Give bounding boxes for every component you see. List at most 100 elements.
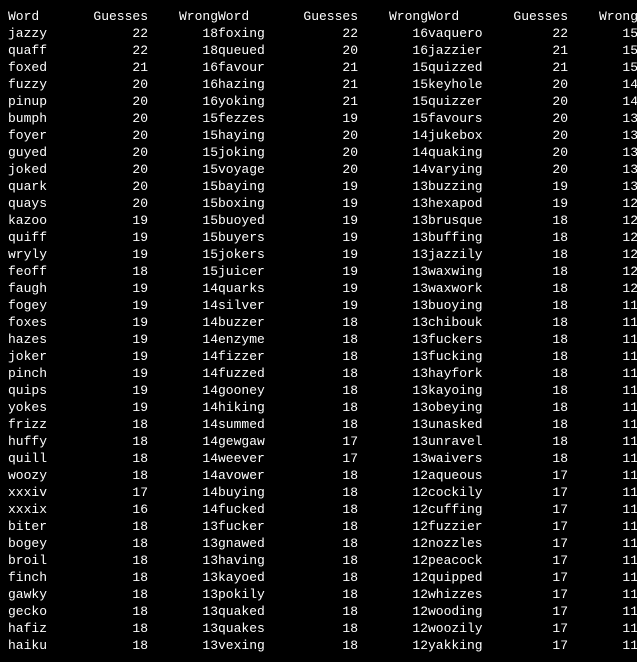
guesses-cell: 18 xyxy=(288,382,358,399)
wrong-cell: 15 xyxy=(148,178,218,195)
table-row: joker1914 xyxy=(8,348,218,365)
table-row: buzzer1813 xyxy=(218,314,428,331)
word-cell: voyage xyxy=(218,161,288,178)
word-cell: quakes xyxy=(218,620,288,637)
guesses-cell: 18 xyxy=(498,399,568,416)
table-row: pinch1914 xyxy=(8,365,218,382)
table-row: hayfork1811 xyxy=(428,365,637,382)
guesses-cell: 20 xyxy=(78,161,148,178)
wrong-cell: 11 xyxy=(568,433,637,450)
guesses-cell: 17 xyxy=(498,637,568,654)
guesses-cell: 18 xyxy=(288,331,358,348)
wrong-cell: 14 xyxy=(568,76,637,93)
guesses-cell: 18 xyxy=(288,552,358,569)
guesses-cell: 18 xyxy=(288,467,358,484)
wrong-cell: 15 xyxy=(148,229,218,246)
word-cell: pinch xyxy=(8,365,78,382)
wrong-cell: 15 xyxy=(358,76,428,93)
wrong-cell: 13 xyxy=(568,161,637,178)
guesses-cell: 18 xyxy=(288,365,358,382)
word-cell: foyer xyxy=(8,127,78,144)
guesses-cell: 19 xyxy=(288,297,358,314)
guesses-cell: 20 xyxy=(288,42,358,59)
word-cell: gnawed xyxy=(218,535,288,552)
word-cell: hexapod xyxy=(428,195,498,212)
wrong-cell: 13 xyxy=(148,552,218,569)
wrong-cell: 16 xyxy=(148,93,218,110)
guesses-cell: 20 xyxy=(498,76,568,93)
guesses-cell: 19 xyxy=(288,178,358,195)
guesses-cell: 18 xyxy=(498,246,568,263)
table-row: buyers1913 xyxy=(218,229,428,246)
table-row: hazes1914 xyxy=(8,331,218,348)
wrong-cell: 12 xyxy=(568,280,637,297)
word-cell: joking xyxy=(218,144,288,161)
word-cell: foxing xyxy=(218,25,288,42)
table-row: fogey1914 xyxy=(8,297,218,314)
guesses-cell: 18 xyxy=(498,331,568,348)
guesses-cell: 17 xyxy=(288,450,358,467)
wrong-cell: 13 xyxy=(358,229,428,246)
guesses-cell: 20 xyxy=(498,110,568,127)
wrong-cell: 18 xyxy=(148,25,218,42)
table-row: feoff1815 xyxy=(8,263,218,280)
word-cell: enzyme xyxy=(218,331,288,348)
word-cell: kayoing xyxy=(428,382,498,399)
guesses-cell: 22 xyxy=(498,25,568,42)
wrong-cell: 13 xyxy=(358,416,428,433)
wrong-cell: 12 xyxy=(358,603,428,620)
guesses-cell: 17 xyxy=(498,620,568,637)
header-word: Word xyxy=(218,8,288,25)
guesses-cell: 18 xyxy=(288,535,358,552)
wrong-cell: 11 xyxy=(568,416,637,433)
table-row: quaking2013 xyxy=(428,144,637,161)
wrong-cell: 13 xyxy=(358,365,428,382)
guesses-cell: 19 xyxy=(78,365,148,382)
word-cell: having xyxy=(218,552,288,569)
guesses-cell: 20 xyxy=(498,144,568,161)
word-cell: vaquero xyxy=(428,25,498,42)
wrong-cell: 15 xyxy=(148,212,218,229)
guesses-cell: 16 xyxy=(78,501,148,518)
word-cell: jazzily xyxy=(428,246,498,263)
word-cell: foxed xyxy=(8,59,78,76)
guesses-cell: 21 xyxy=(498,59,568,76)
word-cell: fucking xyxy=(428,348,498,365)
word-cell: cuffing xyxy=(428,501,498,518)
guesses-cell: 20 xyxy=(78,76,148,93)
word-cell: summed xyxy=(218,416,288,433)
wrong-cell: 13 xyxy=(148,569,218,586)
word-cell: jukebox xyxy=(428,127,498,144)
wrong-cell: 15 xyxy=(568,42,637,59)
table-row: waxwing1812 xyxy=(428,263,637,280)
wrong-cell: 12 xyxy=(358,518,428,535)
word-cell: pokily xyxy=(218,586,288,603)
guesses-cell: 19 xyxy=(288,263,358,280)
wrong-cell: 14 xyxy=(148,501,218,518)
guesses-cell: 22 xyxy=(288,25,358,42)
word-cell: brusque xyxy=(428,212,498,229)
guesses-cell: 21 xyxy=(78,59,148,76)
word-cell: woozily xyxy=(428,620,498,637)
wrong-cell: 12 xyxy=(358,620,428,637)
guesses-cell: 18 xyxy=(288,518,358,535)
table-row: wryly1915 xyxy=(8,246,218,263)
wrong-cell: 15 xyxy=(358,110,428,127)
table-row: queued2016 xyxy=(218,42,428,59)
word-cell: huffy xyxy=(8,433,78,450)
word-cell: whizzes xyxy=(428,586,498,603)
table-row: joking2014 xyxy=(218,144,428,161)
wrong-cell: 16 xyxy=(148,59,218,76)
guesses-cell: 21 xyxy=(288,59,358,76)
table-row: huffy1814 xyxy=(8,433,218,450)
guesses-cell: 18 xyxy=(288,399,358,416)
word-cell: obeying xyxy=(428,399,498,416)
wrong-cell: 13 xyxy=(568,144,637,161)
word-cell: bogey xyxy=(8,535,78,552)
wrong-cell: 16 xyxy=(148,76,218,93)
word-cell: buffing xyxy=(428,229,498,246)
wrong-cell: 14 xyxy=(358,161,428,178)
wrong-cell: 15 xyxy=(568,25,637,42)
table-row: avower1812 xyxy=(218,467,428,484)
guesses-cell: 17 xyxy=(78,484,148,501)
